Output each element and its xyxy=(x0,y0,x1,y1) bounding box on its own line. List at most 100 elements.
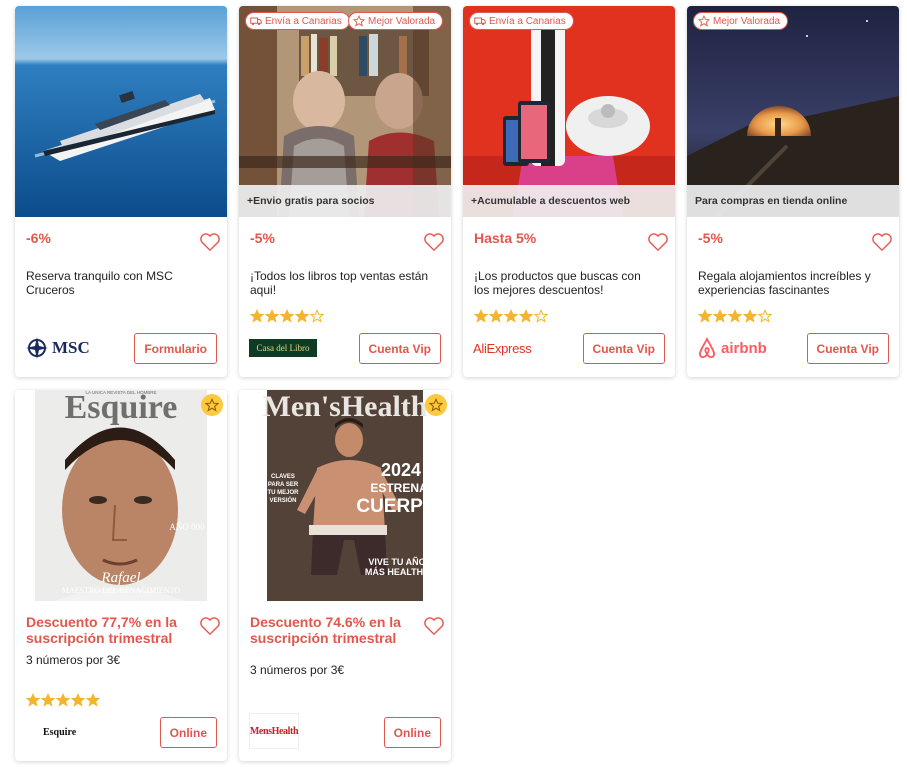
truck-icon xyxy=(250,17,262,26)
discount-label: -6% xyxy=(26,230,51,246)
msc-logo-text: MSC xyxy=(52,338,90,357)
menshealth-masthead: Men'sHealth xyxy=(263,390,428,423)
promo-strip: +Envio gratis para socios xyxy=(239,185,451,217)
esquire-cover-side: AÑO 000 xyxy=(169,522,205,532)
star-filled-icon xyxy=(71,693,85,707)
truck-icon xyxy=(474,17,486,26)
promo-strip: Para compras en tienda online xyxy=(687,185,899,217)
badge-label: Mejor Valorada xyxy=(713,15,781,27)
favorite-heart-icon[interactable] xyxy=(199,232,221,252)
msc-logo: MSC xyxy=(25,332,90,364)
menshealth-bottom2: MÁS HEALTHY xyxy=(365,567,429,577)
rating-stars xyxy=(250,309,324,323)
star-empty-icon xyxy=(310,309,324,323)
msc-compass-icon xyxy=(26,337,48,359)
star-filled-icon xyxy=(489,309,503,323)
favorite-heart-icon[interactable] xyxy=(647,232,669,252)
star-empty-icon xyxy=(534,309,548,323)
discount-label: Hasta 5% xyxy=(474,230,537,246)
esquire-cover-subtitle: MAESTRO DEL RENACIMIENTO xyxy=(62,586,180,595)
rating-stars xyxy=(474,309,548,323)
vip-account-button[interactable]: Cuenta Vip xyxy=(582,333,665,364)
star-filled-icon xyxy=(713,309,727,323)
badge-label: Envía a Canarias xyxy=(489,15,566,27)
menshealth-headline2: CUERPO xyxy=(356,496,437,517)
offer-description: Regala alojamientos increíbles y experie… xyxy=(698,269,871,297)
menshealth-left-line: PARA SER xyxy=(268,482,299,488)
airbnb-icon xyxy=(698,337,716,359)
airbnb-logo: airbnb xyxy=(697,332,767,364)
vip-account-button[interactable]: Cuenta Vip xyxy=(358,333,441,364)
discount-label: Descuento 77,7% en la suscripción trimes… xyxy=(26,614,177,646)
offer-description: ¡Todos los libros top ventas están aqui! xyxy=(250,269,429,297)
offer-card-menshealth[interactable]: Men'sHealth 2024 ESTRENA CUERPO CLAVES P… xyxy=(239,390,451,761)
cruise-ship-image xyxy=(15,6,227,217)
esquire-logo: Esquire xyxy=(25,716,76,748)
offer-card-casa-del-libro[interactable]: Envía a Canarias Mejor Valorada +Envio g… xyxy=(239,6,451,377)
menshealth-cover-image: Men'sHealth 2024 ESTRENA CUERPO CLAVES P… xyxy=(239,390,451,601)
online-button[interactable]: Online xyxy=(383,717,441,748)
rating-stars xyxy=(698,309,772,323)
esquire-tagline: LA UNICA REVISTA DEL HOMBRE xyxy=(85,390,156,395)
menshealth-year: 2024 xyxy=(381,460,421,480)
favorite-heart-icon[interactable] xyxy=(199,616,221,636)
star-icon xyxy=(429,398,443,412)
star-outline-icon xyxy=(353,15,365,27)
top-rated-badge: Mejor Valorada xyxy=(348,12,444,30)
star-empty-icon xyxy=(758,309,772,323)
star-filled-icon xyxy=(743,309,757,323)
star-filled-icon xyxy=(519,309,533,323)
favorite-heart-icon[interactable] xyxy=(871,232,893,252)
airbnb-logo-text: airbnb xyxy=(721,339,767,357)
badge-label: Envía a Canarias xyxy=(265,15,342,27)
star-outline-icon xyxy=(698,15,710,27)
menshealth-logo-text: MensHealth xyxy=(249,725,299,737)
menshealth-headline1: ESTRENA xyxy=(370,481,428,495)
star-filled-icon xyxy=(474,309,488,323)
form-button[interactable]: Formulario xyxy=(134,333,217,364)
star-filled-icon xyxy=(86,693,100,707)
menshealth-left-line: VERSIÓN xyxy=(269,496,296,504)
menshealth-left-line: TU MEJOR xyxy=(267,490,299,496)
offer-card-msc[interactable]: -6% Reserva tranquilo con MSC Cruceros M… xyxy=(15,6,227,377)
aliexpress-logo-text: AliExpress xyxy=(473,340,532,356)
menshealth-logo: MensHealth xyxy=(249,712,299,750)
shipping-badge: Envía a Canarias xyxy=(469,12,574,30)
favorite-heart-icon[interactable] xyxy=(423,232,445,252)
star-filled-icon xyxy=(728,309,742,323)
star-filled-icon xyxy=(250,309,264,323)
offer-card-esquire[interactable]: Esquire LA UNICA REVISTA DEL HOMBRE Rafa… xyxy=(15,390,227,761)
casa-del-libro-logo-text: Casa del Libro xyxy=(256,343,310,353)
esquire-cover-name: Rafael xyxy=(100,570,140,586)
menshealth-left-line: CLAVES xyxy=(271,474,295,480)
offer-description: ¡Los productos que buscas con los mejore… xyxy=(474,269,641,297)
offer-description: 3 números por 3€ xyxy=(26,653,121,667)
online-button[interactable]: Online xyxy=(159,717,217,748)
offer-description: 3 números por 3€ xyxy=(250,663,345,677)
discount-label: -5% xyxy=(250,230,275,246)
star-filled-icon xyxy=(265,309,279,323)
star-filled-icon xyxy=(504,309,518,323)
star-filled-icon xyxy=(41,693,55,707)
favorite-heart-icon[interactable] xyxy=(423,616,445,636)
vip-account-button[interactable]: Cuenta Vip xyxy=(806,333,889,364)
discount-label: -5% xyxy=(698,230,723,246)
aliexpress-logo: AliExpress xyxy=(473,332,532,364)
star-filled-icon xyxy=(295,309,309,323)
star-filled-icon xyxy=(280,309,294,323)
star-filled-icon xyxy=(56,693,70,707)
featured-star-badge xyxy=(201,394,223,416)
star-filled-icon xyxy=(26,693,40,707)
menshealth-bottom1: VIVE TU AÑO xyxy=(368,557,425,567)
offer-card-airbnb[interactable]: Mejor Valorada Para compras en tienda on… xyxy=(687,6,899,377)
casa-del-libro-logo: Casa del Libro xyxy=(249,332,317,364)
star-icon xyxy=(205,398,219,412)
promo-strip: +Acumulable a descuentos web xyxy=(463,185,675,217)
offer-card-aliexpress[interactable]: Envía a Canarias +Acumulable a descuento… xyxy=(463,6,675,377)
esquire-cover-image: Esquire LA UNICA REVISTA DEL HOMBRE Rafa… xyxy=(15,390,227,601)
shipping-badge: Envía a Canarias xyxy=(245,12,350,30)
top-rated-badge: Mejor Valorada xyxy=(693,12,789,30)
offer-description: Reserva tranquilo con MSC Cruceros xyxy=(26,269,173,297)
esquire-logo-text: Esquire xyxy=(43,726,77,738)
featured-star-badge xyxy=(425,394,447,416)
